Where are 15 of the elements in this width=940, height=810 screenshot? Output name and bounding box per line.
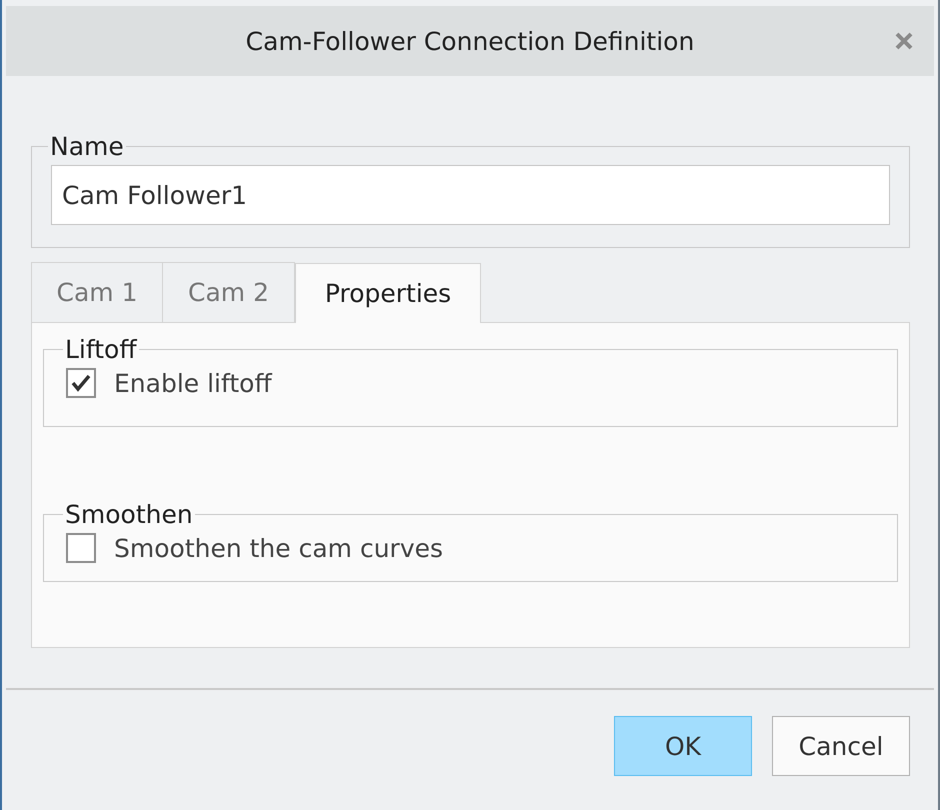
checkbox[interactable]	[66, 533, 96, 563]
checkbox-label: Smoothen the cam curves	[114, 534, 444, 562]
cancel-button[interactable]: Cancel	[772, 716, 910, 776]
close-icon[interactable]	[894, 31, 914, 51]
tab[interactable]: Cam 2	[163, 262, 295, 322]
checkbox-label: Enable liftoff	[114, 368, 272, 398]
ok-button[interactable]: OK	[614, 716, 752, 776]
group-label: Smoothen	[64, 500, 194, 529]
name-field[interactable]: Cam Follower1	[51, 165, 890, 225]
group-label: Name	[49, 132, 125, 161]
tab[interactable]: Properties	[295, 263, 481, 323]
group-label: Liftoff	[64, 335, 138, 364]
window-title: Cam-Follower Connection Definition	[246, 26, 694, 56]
tab[interactable]: Cam 1	[31, 262, 163, 322]
checkbox[interactable]	[66, 368, 96, 398]
